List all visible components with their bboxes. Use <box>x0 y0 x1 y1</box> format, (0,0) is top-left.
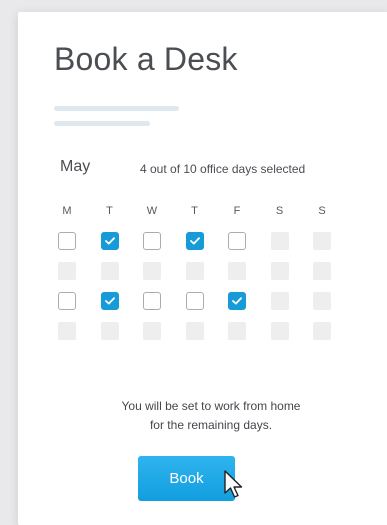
day-checkbox[interactable] <box>228 232 246 250</box>
day-checkbox-checked[interactable] <box>100 292 119 310</box>
work-from-home-note: You will be set to work from home for th… <box>36 397 386 435</box>
day-checkbox[interactable] <box>143 292 161 310</box>
unavailable-day <box>143 322 161 340</box>
booking-card: Book a Desk May 4 out of 10 office days … <box>18 12 387 525</box>
unavailable-day <box>313 322 331 340</box>
unavailable-day <box>143 262 161 280</box>
unavailable-day <box>270 262 289 280</box>
unavailable-day <box>228 262 246 280</box>
check-icon <box>189 237 200 245</box>
weekday-label: T <box>106 205 113 217</box>
day-checkbox[interactable] <box>185 292 204 310</box>
unavailable-day <box>270 292 289 310</box>
unavailable-day <box>58 262 76 280</box>
unavailable-day <box>313 292 331 310</box>
unavailable-day <box>228 322 246 340</box>
placeholder-line <box>54 106 179 111</box>
calendar-grid: MTWTFSS <box>58 202 331 340</box>
weekday-label: M <box>62 205 72 217</box>
unavailable-day <box>100 262 119 280</box>
unavailable-day <box>313 232 331 250</box>
placeholder-line <box>54 121 150 126</box>
weekday-label: T <box>191 205 198 217</box>
book-button[interactable]: Book <box>138 456 235 501</box>
unavailable-day <box>270 232 289 250</box>
day-checkbox[interactable] <box>143 232 161 250</box>
unavailable-day <box>270 322 289 340</box>
unavailable-day <box>313 262 331 280</box>
day-checkbox-checked[interactable] <box>228 292 246 310</box>
weekday-label: S <box>318 205 326 217</box>
unavailable-day <box>58 322 76 340</box>
day-checkbox[interactable] <box>58 292 76 310</box>
note-line: You will be set to work from home <box>121 399 301 413</box>
note-line: for the remaining days. <box>149 418 273 432</box>
mouse-pointer-icon <box>224 470 243 498</box>
weekday-label: S <box>275 205 284 217</box>
day-checkbox-checked[interactable] <box>185 232 204 250</box>
page-title: Book a Desk <box>54 41 238 77</box>
day-checkbox-checked[interactable] <box>100 232 119 250</box>
day-checkbox[interactable] <box>58 232 76 250</box>
weekday-label: W <box>146 205 158 217</box>
check-icon <box>104 297 115 305</box>
selection-summary: 4 out of 10 office days selected <box>140 162 306 176</box>
check-icon <box>104 237 115 245</box>
unavailable-day <box>100 322 119 340</box>
unavailable-day <box>185 322 204 340</box>
month-label: May <box>60 158 91 175</box>
unavailable-day <box>185 262 204 280</box>
check-icon <box>232 297 242 305</box>
weekday-label: F <box>233 205 241 217</box>
